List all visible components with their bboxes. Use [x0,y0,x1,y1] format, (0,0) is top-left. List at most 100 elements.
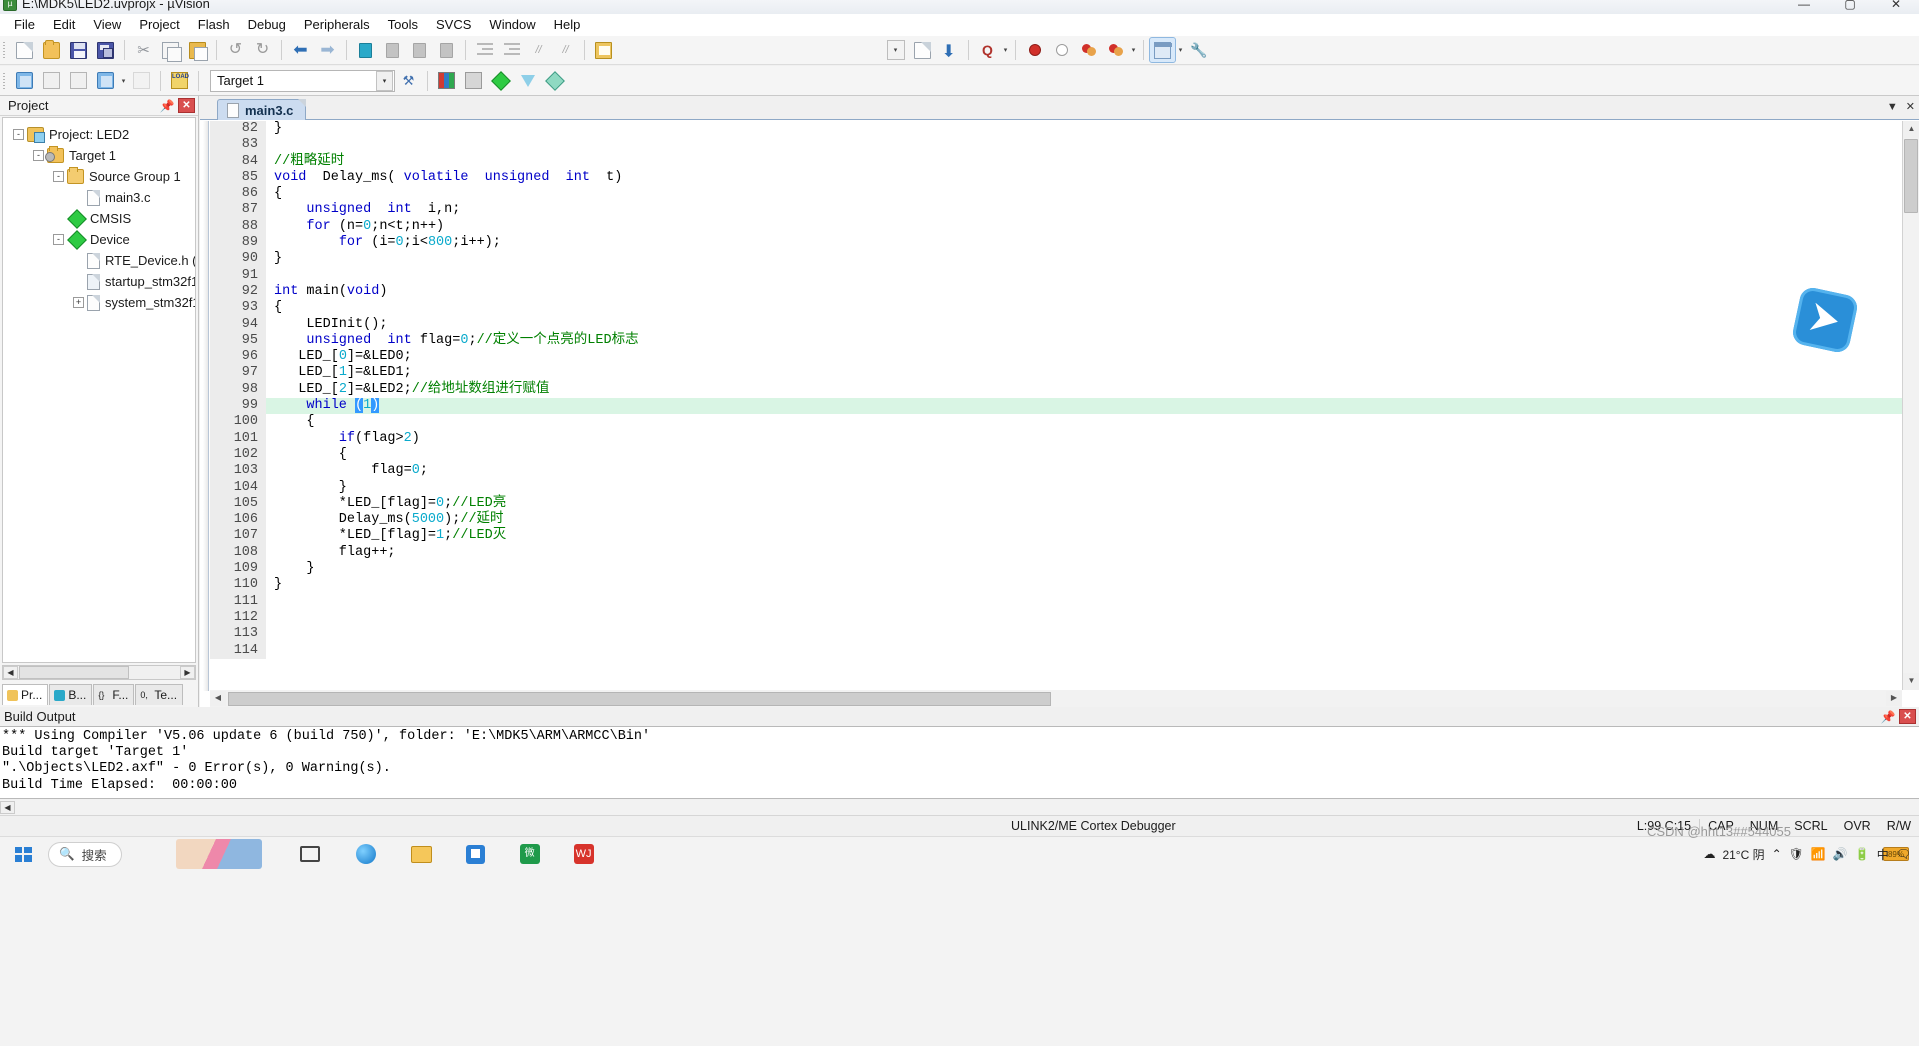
menu-item-flash[interactable]: Flash [189,14,239,36]
code-line[interactable]: 112 [210,609,1902,627]
project-tab-pr[interactable]: Pr... [2,684,49,705]
scroll-thumb[interactable] [228,691,1051,706]
code-line[interactable]: 96 LED_[0]=&LED0; [210,349,1902,366]
project-tab-te[interactable]: 0, Te... [135,684,184,705]
code-line[interactable]: 104 } [210,479,1902,496]
manage-run-time-env-icon[interactable] [488,69,513,93]
scroll-down-icon[interactable]: ▼ [1903,673,1919,690]
menu-item-peripherals[interactable]: Peripherals [295,14,379,36]
collapse-icon[interactable]: - [33,150,44,161]
menu-item-window[interactable]: Window [480,14,544,36]
build-output-text[interactable]: *** Using Compiler 'V5.06 update 6 (buil… [0,726,1919,799]
menu-item-tools[interactable]: Tools [379,14,427,36]
window-layout-icon[interactable] [1149,37,1176,63]
code-line[interactable]: 97 LED_[1]=&LED1; [210,365,1902,382]
code-line[interactable]: 86 { [210,186,1902,203]
window-layout-dropdown-icon[interactable]: ▾ [1176,38,1185,62]
open-project-icon[interactable] [591,38,616,62]
scroll-left-icon[interactable]: ◀ [210,691,226,706]
taskbar-store-icon[interactable] [461,839,491,869]
batch-build-icon[interactable] [93,69,118,93]
taskbar-task-view-icon[interactable] [295,839,325,869]
code-line[interactable]: 114 [210,642,1902,659]
windows-start-icon[interactable] [0,837,46,871]
scroll-right-icon[interactable]: ▶ [180,666,195,679]
rebuild-icon[interactable] [66,69,91,93]
tree-item-system-stm32f1[interactable]: + system_stm32f1 [3,292,195,313]
code-line[interactable]: 106 Delay_ms(5000);//延时 [210,512,1902,529]
tray-network-icon[interactable]: 📶 [1811,847,1826,861]
find-icon[interactable]: Q [975,38,1000,62]
insert-breakpoint-icon[interactable] [1022,38,1047,62]
close-icon[interactable]: ✕ [1899,709,1916,724]
select-software-packs-icon[interactable] [515,69,540,93]
menu-item-edit[interactable]: Edit [44,14,84,36]
clear-bookmarks-icon[interactable] [434,38,459,62]
find-combo[interactable]: ▾ [883,38,908,62]
code-editor[interactable]: 82} 83 84//粗略延时 85 void Delay_ms( volatile u… [200,121,1919,707]
code-line[interactable]: 93 { [210,300,1902,317]
collapse-icon[interactable]: - [53,171,64,182]
code-line[interactable]: 109 } [210,561,1902,578]
close-icon[interactable]: ✕ [178,98,195,113]
code-line[interactable]: 102 { [210,446,1902,464]
scroll-left-icon[interactable]: ◀ [0,801,15,814]
code-line[interactable]: 108 flag++; [210,544,1902,562]
menu-item-project[interactable]: Project [130,14,188,36]
maximize-button[interactable]: ▢ [1827,0,1873,14]
taskbar-edge-icon[interactable] [351,839,381,869]
save-icon[interactable] [66,38,91,62]
pin-icon[interactable]: 📌 [159,98,175,114]
tree-item-device[interactable]: - Device [3,229,195,250]
manage-components-icon[interactable] [461,69,486,93]
taskbar-app-red-icon[interactable]: WJ [569,839,599,869]
build-icon[interactable] [39,69,64,93]
menu-item-view[interactable]: View [84,14,130,36]
batch-build-dropdown-icon[interactable]: ▾ [119,69,128,93]
scroll-thumb[interactable] [1904,139,1918,213]
breakpoint-list-icon[interactable] [1103,38,1128,62]
save-all-icon[interactable] [93,38,118,62]
find-dropdown-icon[interactable]: ▾ [1001,38,1010,62]
download-icon[interactable]: LOAD [167,69,192,93]
open-file-icon[interactable] [39,38,64,62]
tray-notification-icon[interactable]: 🗨 [1896,847,1911,861]
configuration-wizard-icon[interactable]: 🔧 [1186,38,1211,62]
code-line[interactable]: 83 [210,137,1902,154]
expand-icon[interactable]: + [73,297,84,308]
tab-close-icon[interactable]: ✕ [1906,100,1915,113]
menu-item-svcs[interactable]: SVCS [427,14,480,36]
editor-hscrollbar[interactable]: ◀ ▶ [210,690,1902,707]
menu-item-help[interactable]: Help [545,14,590,36]
code-line[interactable]: 94 LEDInit(); [210,316,1902,333]
close-button[interactable]: ✕ [1873,0,1919,14]
editor-vscrollbar[interactable]: ▲ ▼ [1902,121,1919,690]
tray-ime-icon[interactable]: 中 [1877,846,1889,863]
toolbar-grip[interactable] [2,70,8,91]
scroll-thumb[interactable] [19,666,129,679]
build-output-hscrollbar[interactable]: ◀ [0,800,1919,815]
code-line[interactable]: 99 while (1) [210,398,1902,415]
scroll-left-icon[interactable]: ◀ [3,666,18,679]
code-line[interactable]: 101 if(flag>2) [210,430,1902,447]
code-line[interactable]: 105 *LED_[flag]=0;//LED亮 [210,495,1902,513]
redo-icon[interactable]: ↺ [250,38,275,62]
undo-icon[interactable]: ↺ [223,38,248,62]
pin-icon[interactable]: 📌 [1880,709,1896,725]
code-line[interactable]: 88 for (n=0;n<t;n++) [210,218,1902,236]
tray-shield-icon[interactable]: 🛡 [1789,847,1804,861]
scroll-up-icon[interactable]: ▲ [1903,121,1919,138]
code-line[interactable]: 84 //粗略延时 [210,153,1902,170]
tray-weather[interactable]: 21°C 阴 [1722,846,1764,863]
code-line[interactable]: 82} [210,121,1902,138]
project-tree[interactable]: - Project: LED2- Target 1- Source Group 1 ma… [2,117,196,663]
code-line[interactable]: 107 *LED_[flag]=1;//LED灭 [210,528,1902,545]
next-bookmark-icon[interactable] [407,38,432,62]
tab-list-dropdown-icon[interactable]: ▼ [1887,101,1898,113]
pack-installer-icon[interactable] [542,69,567,93]
kill-all-breakpoints-icon[interactable] [1076,38,1101,62]
navigate-forward-icon[interactable]: ➡ [315,38,340,62]
comment-icon[interactable]: // [526,38,551,62]
collapse-icon[interactable]: - [53,234,64,245]
target-options-icon[interactable]: ⚒ [396,69,421,93]
